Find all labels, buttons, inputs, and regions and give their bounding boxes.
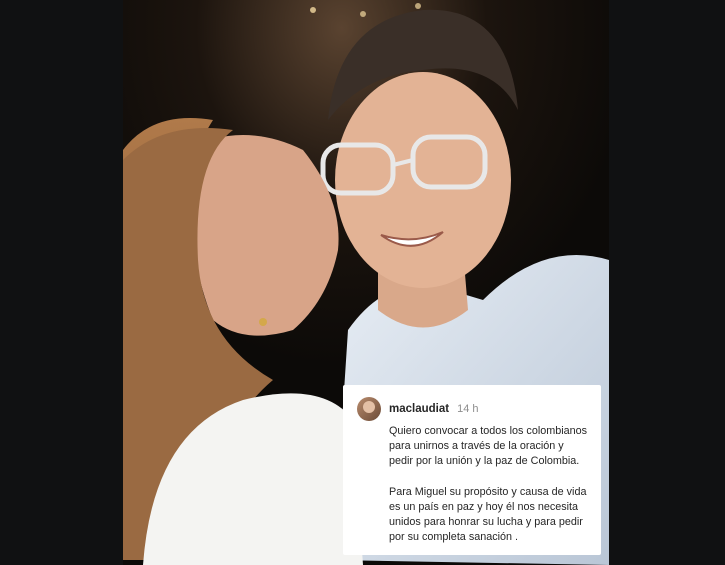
comment-header: maclaudiat 14 h bbox=[357, 396, 589, 422]
screen: maclaudiat 14 h Quiero convocar a todos … bbox=[0, 0, 725, 565]
comment-paragraph-2: Para Miguel su propósito y causa de vida… bbox=[389, 485, 587, 544]
comment-paragraph-1: Quiero convocar a todos los colombianos … bbox=[389, 425, 588, 468]
comment-timestamp: 14 h bbox=[457, 403, 479, 415]
comment-username[interactable]: maclaudiat bbox=[389, 403, 449, 415]
comment-card: maclaudiat 14 h Quiero convocar a todos … bbox=[343, 385, 601, 555]
comment-text: Quiero convocar a todos los colombianos … bbox=[357, 424, 589, 545]
user-avatar-icon[interactable] bbox=[357, 397, 381, 421]
